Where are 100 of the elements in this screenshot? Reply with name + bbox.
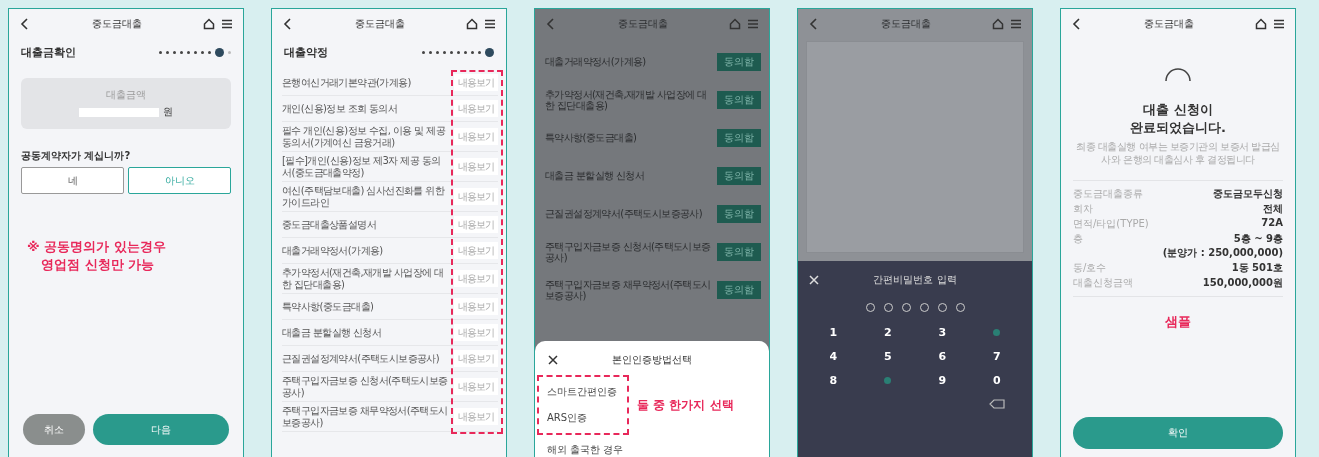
sheet-title: 본인인증방법선택 [611, 353, 693, 367]
digit-key[interactable]: 5 [877, 348, 898, 364]
document-title: 대출금 분할실행 신청서 [545, 170, 646, 182]
document-title: 대출거래약정서(가계용) [282, 244, 384, 257]
digit-key[interactable]: 7 [986, 348, 1007, 364]
detail-value: 1동 501호 [1231, 261, 1283, 276]
back-icon[interactable] [19, 18, 31, 30]
document-title: 대출거래약정서(가계용) [545, 56, 647, 68]
document-title: 여신(주택담보대출) 심사선진화를 위한 가이드라인 [282, 185, 446, 208]
document-title: 근질권설정계약서(주택도시보증공사) [282, 352, 440, 365]
back-icon[interactable] [1071, 18, 1083, 30]
digit-key[interactable]: 4 [823, 348, 844, 364]
view-button[interactable]: 내용보기 [454, 74, 498, 91]
document-title: 특약사항(중도금대출) [545, 132, 638, 144]
headline-text: 대출 신청이 [1143, 101, 1213, 119]
auth-option[interactable]: 스마트간편인증 [547, 379, 617, 405]
unit-label: 원 [163, 105, 173, 119]
backspace-icon[interactable] [988, 399, 1005, 409]
detail-value: (분양가 : 250,000,000) [1162, 246, 1283, 261]
page-heading: 대출금확인 [21, 45, 76, 60]
detail-value: 중도금모두신청 [1213, 187, 1283, 202]
digit-key[interactable]: 2 [877, 324, 898, 340]
detail-value: 150,000,000원 [1202, 276, 1283, 291]
detail-label: 중도금대출종류 [1073, 187, 1143, 202]
document-title: 중도금대출상품설명서 [282, 218, 377, 231]
document-title: 특약사항(중도금대출) [282, 300, 375, 313]
agree-button[interactable]: 동의함 [717, 129, 761, 147]
view-button[interactable]: 내용보기 [454, 270, 498, 287]
home-icon[interactable] [203, 18, 215, 30]
detail-value: 전체 [1263, 202, 1283, 217]
document-title: 은행여신거래기본약관(가계용) [282, 76, 412, 89]
document-title: [필수]개인(신용)정보 제3자 제공 동의서(중도금대출약정) [282, 155, 442, 178]
digit-key[interactable]: 1 [823, 324, 844, 340]
view-button[interactable]: 내용보기 [454, 216, 498, 233]
auth-option[interactable]: 해외 출국한 경우 [535, 435, 769, 457]
back-icon[interactable] [282, 18, 294, 30]
view-button[interactable]: 내용보기 [454, 378, 498, 395]
close-icon[interactable] [547, 354, 559, 366]
view-button[interactable]: 내용보기 [454, 188, 498, 205]
annotation-text: 둘 중 한가지 선택 [637, 396, 734, 414]
document-title: 필수 개인(신용)정보 수집, 이용 및 제공 동의서(가계여신 금융거래) [282, 125, 447, 148]
detail-label: 면적/타입(TYPE) [1073, 217, 1149, 232]
screen-title: 중도금대출 [91, 17, 143, 31]
next-button[interactable]: 다음 [93, 414, 229, 445]
menu-icon[interactable] [221, 18, 233, 30]
auth-option[interactable]: ARS인증 [547, 405, 617, 431]
detail-label: 층 [1073, 232, 1083, 247]
document-title: 개인(신용)정보 조회 동의서 [282, 102, 399, 115]
view-button[interactable]: 내용보기 [454, 350, 498, 367]
detail-value: 5층 ~ 9층 [1233, 232, 1283, 247]
option-button[interactable]: 네 [21, 167, 124, 194]
screen-title: 중도금대출 [354, 17, 406, 31]
menu-icon[interactable] [1273, 18, 1285, 30]
view-button[interactable]: 내용보기 [454, 100, 498, 117]
agree-button[interactable]: 동의함 [717, 281, 761, 299]
option-button[interactable]: 아니오 [128, 167, 231, 194]
cancel-button[interactable]: 취소 [23, 414, 85, 445]
detail-label: 대출신청금액 [1073, 276, 1133, 291]
home-icon[interactable] [1255, 18, 1267, 30]
home-icon[interactable] [466, 18, 478, 30]
view-button[interactable]: 내용보기 [454, 408, 498, 425]
description-text: 최종 대출실행 여부는 보증기관의 보증서 발급심사와 은행의 대출심사 후 결정됩니다 [1075, 140, 1281, 168]
annotation-text: 영업점 신청만 가능 [40, 256, 156, 275]
menu-icon[interactable] [484, 18, 496, 30]
sample-label: 샘플 [1164, 313, 1192, 332]
agree-button[interactable]: 동의함 [717, 243, 761, 261]
dot-icon [993, 328, 1001, 336]
agree-button[interactable]: 동의함 [717, 53, 761, 71]
document-title: 대출금 분할실행 신청서 [282, 326, 383, 339]
view-button[interactable]: 내용보기 [454, 298, 498, 315]
view-button[interactable]: 내용보기 [454, 128, 498, 145]
digit-key[interactable]: 6 [932, 348, 953, 364]
view-button[interactable]: 내용보기 [454, 242, 498, 259]
dot-icon [884, 376, 892, 384]
digit-key[interactable]: 8 [823, 372, 844, 388]
document-title: 주택구입자금보증 신청서(주택도시보증공사) [282, 375, 448, 398]
screen-title: 중도금대출 [1143, 17, 1195, 31]
view-button[interactable]: 내용보기 [454, 158, 498, 175]
document-title: 근질권설정계약서(주택도시보증공사) [545, 208, 703, 220]
detail-label: 회차 [1073, 202, 1093, 217]
document-title: 주택구입자금보증 신청서(주택도시보증공사) [545, 240, 711, 264]
page-heading: 대출약정 [284, 45, 328, 60]
keypad-title: 간편비밀번호 입력 [872, 273, 958, 287]
confirm-button[interactable]: 확인 [1073, 417, 1283, 449]
digit-key[interactable]: 9 [932, 372, 953, 388]
document-title: 추가약정서(재건축,재개발 사업장에 대한 집단대출용) [282, 267, 445, 290]
spinner-icon [1163, 67, 1193, 83]
document-title: 주택구입자금보증 채무약정서(주택도시보증공사) [282, 405, 448, 428]
digit-key[interactable]: 0 [986, 372, 1007, 388]
annotation-text: ※ 공동명의가 있는경우 [27, 238, 167, 256]
screen-title: 중도금대출 [880, 17, 932, 31]
document-title: 주택구입자금보증 채무약정서(주택도시보증공사) [545, 278, 711, 302]
detail-value: 72A [1261, 217, 1283, 229]
question-label: 공동계약자가 계십니까? [20, 149, 132, 163]
agree-button[interactable]: 동의함 [717, 167, 761, 185]
agree-button[interactable]: 동의함 [717, 205, 761, 223]
agree-button[interactable]: 동의함 [717, 91, 761, 109]
view-button[interactable]: 내용보기 [454, 324, 498, 341]
screen-title: 중도금대출 [617, 17, 669, 31]
digit-key[interactable]: 3 [932, 324, 953, 340]
